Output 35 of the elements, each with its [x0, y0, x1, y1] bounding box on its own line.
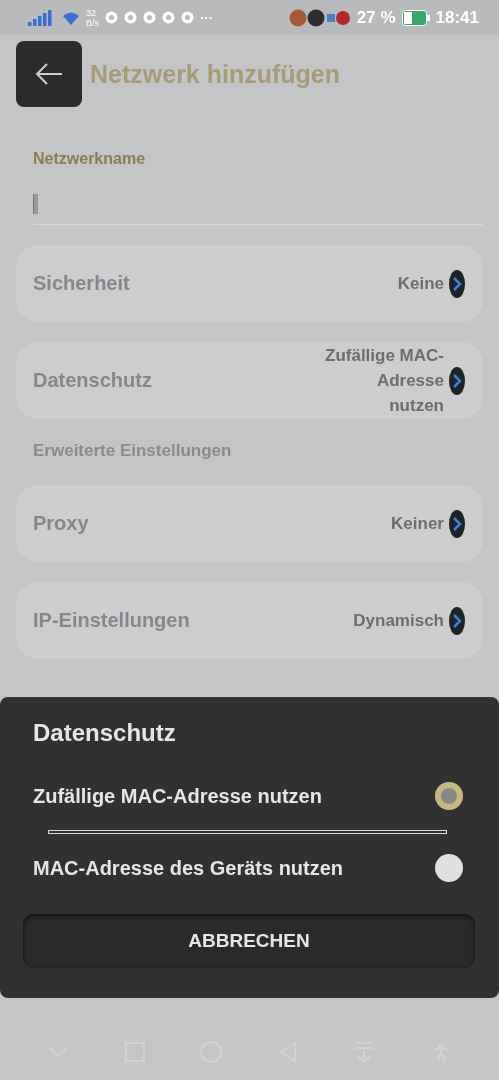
- setting-row[interactable]: IP-Einstellungen Dynamisch: [16, 582, 483, 659]
- cancel-button[interactable]: ABBRECHEN: [23, 914, 475, 968]
- notification-icon: [181, 11, 194, 24]
- radio-option[interactable]: MAC-Adresse des Geräts nutzen: [33, 849, 475, 887]
- app-icon: [288, 8, 351, 27]
- radio-button[interactable]: [435, 782, 463, 810]
- setting-row[interactable]: Proxy Keiner: [16, 485, 483, 562]
- speed-unit: B/s: [86, 17, 99, 28]
- back-arrow-icon: [35, 62, 63, 86]
- page-title: Netzwerk hinzufügen: [90, 59, 340, 89]
- setting-row[interactable]: Datenschutz Zufällige MAC-Adresse nutzen: [16, 342, 483, 419]
- clock: 18:41: [435, 7, 479, 28]
- back-button[interactable]: [16, 41, 82, 107]
- setting-value: Zufällige MAC-Adresse nutzen: [324, 345, 444, 417]
- notification-icon: [143, 11, 156, 24]
- setting-row[interactable]: Sicherheit Keine: [16, 245, 483, 322]
- notification-icon: [105, 11, 118, 24]
- battery-percent: 27 %: [356, 7, 396, 28]
- notification-icon: [162, 11, 175, 24]
- speed-value: 32: [86, 7, 97, 18]
- battery-icon: [401, 9, 430, 26]
- chevron-icon: [448, 508, 466, 539]
- notification-icon: [124, 11, 137, 24]
- setting-value: Keine: [397, 273, 444, 295]
- section-heading: Erweiterte Einstellungen: [33, 441, 233, 461]
- field-label: Netzwerkname: [33, 150, 147, 168]
- setting-value: Dynamisch: [353, 610, 444, 632]
- radio-button[interactable]: [435, 854, 463, 882]
- radio-option[interactable]: Zufällige MAC-Adresse nutzen: [33, 777, 475, 815]
- chevron-icon: [448, 268, 466, 299]
- setting-value: Keiner: [391, 513, 444, 535]
- dialog-title: Datenschutz: [33, 719, 177, 747]
- chevron-icon: [448, 605, 466, 636]
- chevron-icon: [448, 365, 466, 396]
- more-notifications: ···: [200, 10, 213, 25]
